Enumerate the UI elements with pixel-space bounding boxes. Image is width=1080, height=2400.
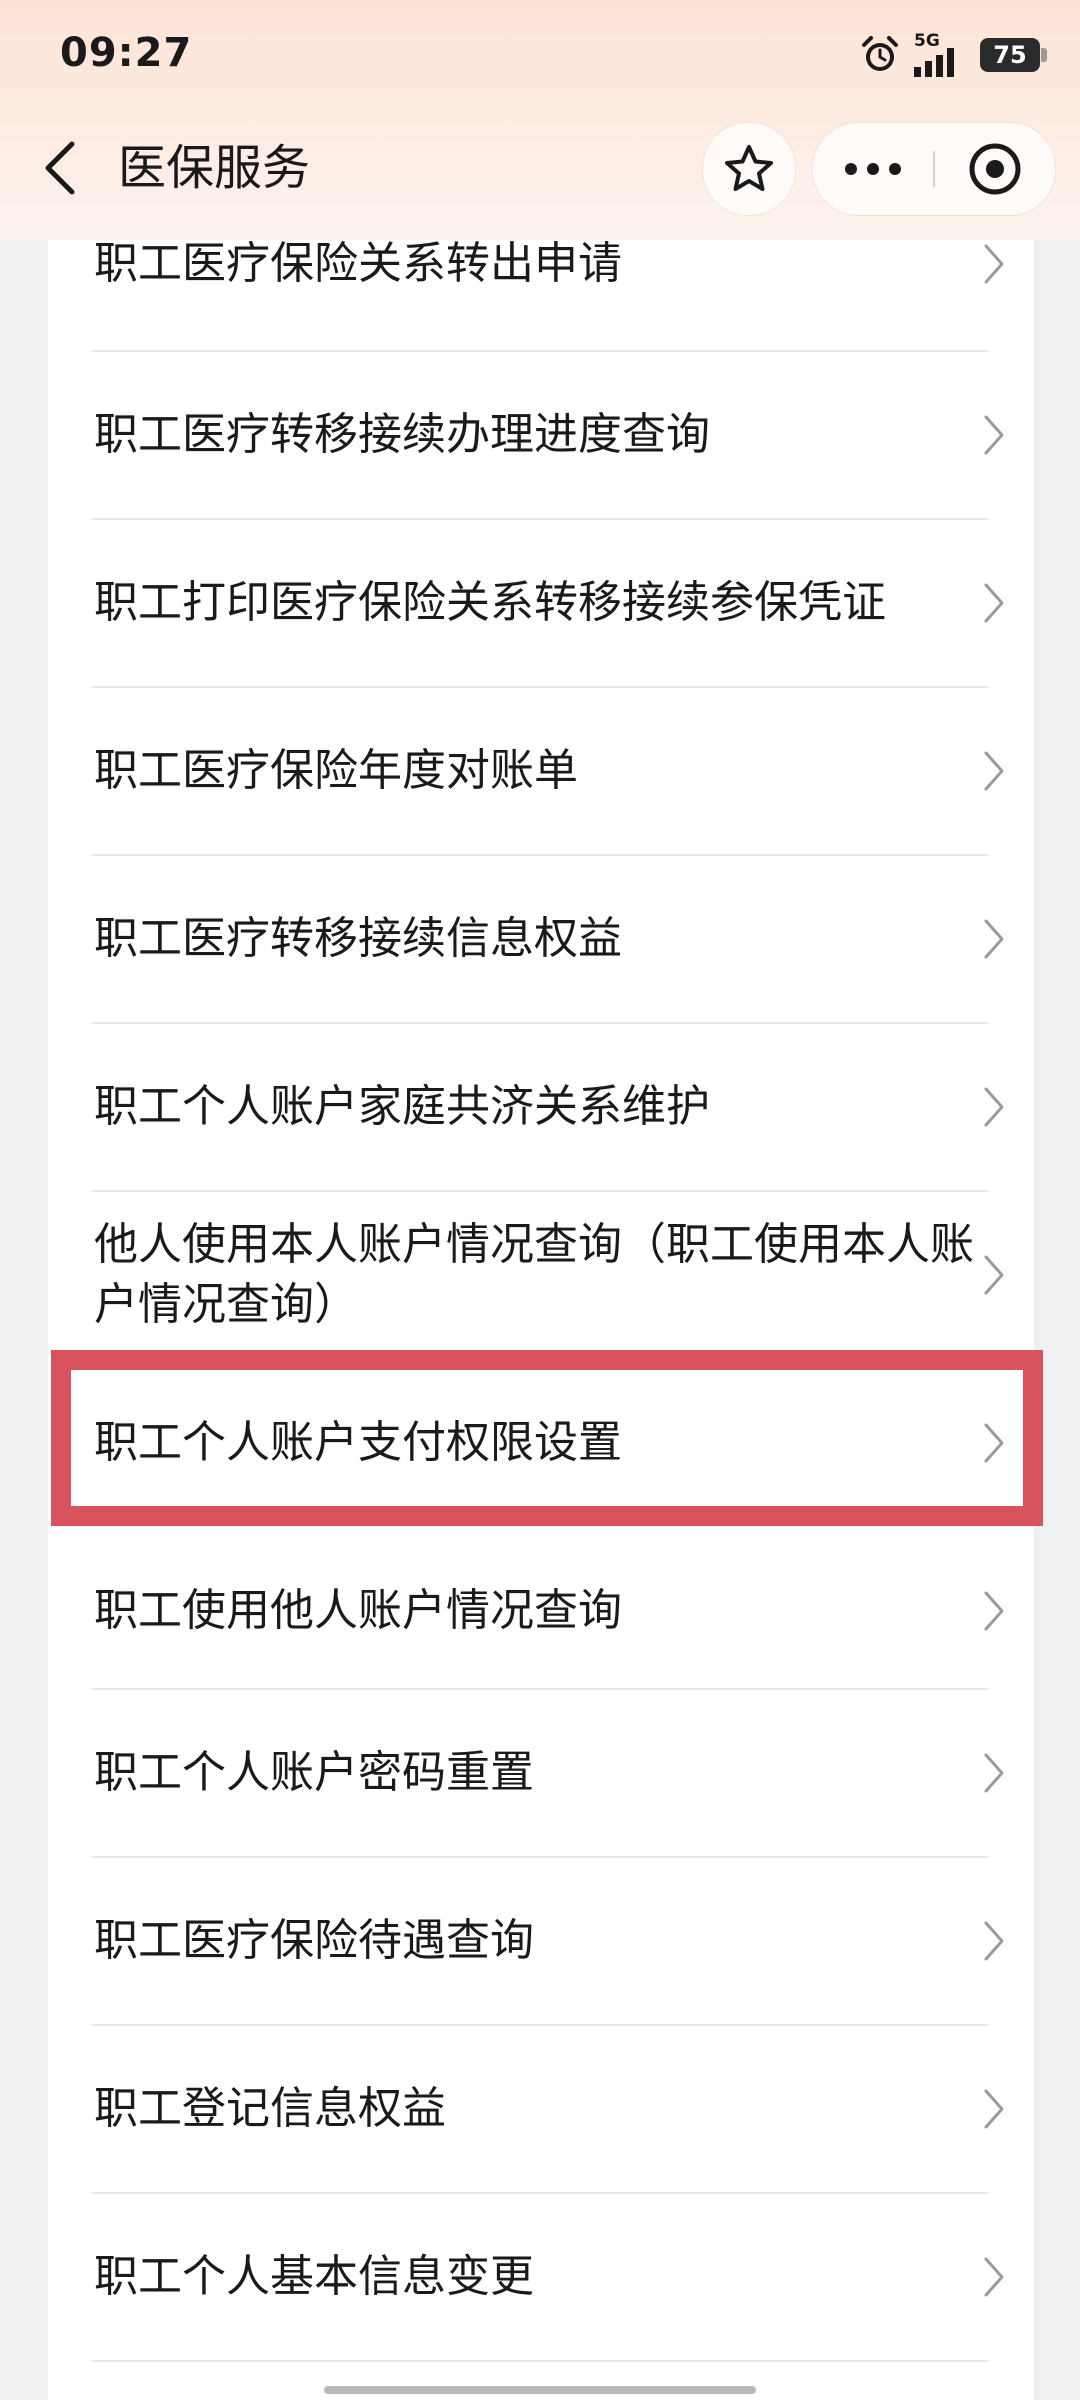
list-item-label: 职工个人基本信息变更	[94, 2251, 534, 2302]
status-icons: 5G 75	[858, 30, 1047, 80]
list-item-label: 职工打印医疗保险关系转移接续参保凭证	[94, 577, 886, 628]
signal-indicator: 5G	[910, 31, 966, 77]
service-list: 职工医疗保险关系转出申请 职工医疗转移接续办理进度查询 职工打印医疗保险关系转移…	[48, 200, 1034, 2400]
back-icon	[45, 141, 75, 195]
star-icon	[725, 145, 773, 191]
list-item[interactable]: 他人使用本人账户情况查询（职工使用本人账户情况查询）	[48, 1192, 1034, 1358]
close-circle-icon	[969, 143, 1021, 195]
chevron-right-icon	[984, 1921, 1004, 1961]
list-item-label: 职工医疗保险待遇查询	[94, 1915, 534, 1966]
chevron-right-icon	[984, 1087, 1004, 1127]
chevron-right-icon	[984, 1423, 1004, 1463]
list-item-label: 职工个人账户密码重置	[94, 1747, 534, 1798]
favorite-button[interactable]	[702, 122, 796, 216]
chevron-right-icon	[984, 919, 1004, 959]
battery-level: 75	[993, 41, 1027, 69]
status-time: 09:27	[60, 30, 193, 76]
list-item[interactable]: 职工医疗保险待遇查询	[48, 1858, 1034, 2024]
list-item[interactable]: 职工打印医疗保险关系转移接续参保凭证	[48, 520, 1034, 686]
mini-program-capsule	[812, 122, 1056, 216]
list-item-label: 职工医疗转移接续信息权益	[94, 913, 622, 964]
list-item-label: 职工登记信息权益	[94, 2083, 446, 2134]
divider	[92, 2360, 988, 2362]
chevron-right-icon	[984, 415, 1004, 455]
list-item-label: 职工个人账户支付权限设置	[94, 1417, 622, 1468]
title-bar: 医保服务	[0, 112, 1080, 224]
chevron-right-icon	[984, 1591, 1004, 1631]
list-item[interactable]: 职工登记信息权益	[48, 2026, 1034, 2192]
more-icon	[845, 163, 901, 175]
chevron-right-icon	[984, 2257, 1004, 2297]
more-button[interactable]	[813, 123, 933, 215]
alarm-icon	[862, 36, 898, 71]
list-item-label: 职工医疗转移接续办理进度查询	[94, 409, 710, 460]
close-button[interactable]	[935, 123, 1055, 215]
list-item[interactable]: 职工医疗转移接续办理进度查询	[48, 352, 1034, 518]
back-button[interactable]	[30, 134, 90, 202]
battery-icon: 75	[980, 38, 1047, 72]
chevron-right-icon	[984, 583, 1004, 623]
chevron-right-icon	[984, 1753, 1004, 1793]
list-item[interactable]: 职工个人账户密码重置	[48, 1690, 1034, 1856]
chevron-right-icon	[984, 244, 1004, 284]
list-item[interactable]: 职工使用他人账户情况查询	[48, 1528, 1034, 1694]
home-indicator[interactable]	[324, 2386, 756, 2394]
chevron-right-icon	[984, 1255, 1004, 1295]
signal-icon	[914, 48, 954, 77]
list-item[interactable]: 职工医疗保险年度对账单	[48, 688, 1034, 854]
chevron-right-icon	[984, 2089, 1004, 2129]
chevron-right-icon	[984, 751, 1004, 791]
status-bar: 09:27 5G 75	[0, 0, 1080, 112]
list-item-label: 职工医疗保险年度对账单	[94, 745, 578, 796]
list-item-label: 他人使用本人账户情况查询（职工使用本人账户情况查询）	[94, 1219, 974, 1330]
list-item[interactable]: 职工个人账户家庭共济关系维护	[48, 1024, 1034, 1190]
page-title: 医保服务	[118, 140, 311, 196]
list-item-label: 职工使用他人账户情况查询	[94, 1585, 622, 1636]
list-item-highlighted[interactable]: 职工个人账户支付权限设置	[48, 1360, 1034, 1526]
app-header: 09:27 5G 75 医保服务	[0, 0, 1080, 240]
list-item-label: 职工医疗保险关系转出申请	[94, 238, 622, 289]
list-item-label: 职工个人账户家庭共济关系维护	[94, 1081, 710, 1132]
list-item[interactable]: 职工医疗转移接续信息权益	[48, 856, 1034, 1022]
list-item[interactable]: 职工个人基本信息变更	[48, 2194, 1034, 2360]
